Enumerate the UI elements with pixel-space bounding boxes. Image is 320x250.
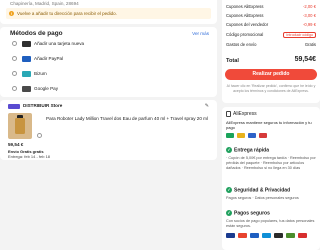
summary-row: Gastos de envío Gratis [226, 42, 316, 47]
paypal-icon [22, 55, 31, 62]
fast-delivery-title: ✓ Entrega rápida [226, 147, 269, 153]
assurance-badges [226, 133, 316, 139]
store-order-card: DISTRIBUIR Store ✎ Para Roboter Lady Mil… [0, 100, 217, 160]
product-price: 59,54 € [8, 142, 24, 147]
apple-pay-icon [274, 233, 283, 238]
payment-option-paypal[interactable]: Añadir PayPal [12, 54, 212, 65]
delivery-estimate: Entrega: feb 14 - feb 18 [8, 154, 51, 159]
radio-button[interactable] [12, 71, 17, 76]
warning-icon: ! [9, 10, 14, 16]
amex-icon [250, 233, 259, 238]
edit-note-icon[interactable]: ✎ [205, 103, 209, 109]
summary-row-value: -0,99 € [302, 22, 316, 27]
promo-code-button[interactable]: Introducir código [283, 31, 316, 38]
store-name[interactable]: DISTRIBUIR Store [23, 103, 62, 108]
badge-icon [259, 133, 267, 138]
payment-methods-more-link[interactable]: Ver más [192, 31, 209, 36]
visa-icon [226, 233, 235, 238]
badge-icon [237, 133, 245, 138]
radio-button[interactable] [12, 41, 17, 46]
order-summary-column: Cupones AliExpress -2,00 € Cupones AliEx… [222, 0, 320, 250]
radio-button[interactable] [12, 86, 17, 91]
google-pay-icon [286, 233, 295, 238]
summary-row-value: Gratis [304, 42, 316, 47]
summary-row: Cupones del vendedor -0,99 € [226, 22, 316, 27]
checkout-main-column: Chapinería, Madrid, Spain, 28694 ! Vuelv… [0, 0, 217, 250]
summary-row-value: -2,00 € [302, 4, 316, 9]
bizum-icon [22, 70, 31, 77]
address-warning: ! Vuelve a añadir tu dirección para reci… [6, 8, 211, 19]
klarna-icon [298, 233, 307, 238]
product-image[interactable] [8, 113, 32, 139]
mastercard-icon [238, 233, 247, 238]
fast-delivery-title-text: Entrega rápida [234, 147, 270, 154]
perfume-bottle [15, 118, 25, 134]
summary-row-label: Código promocional [226, 32, 264, 37]
lock-icon: ✓ [226, 210, 232, 216]
summary-row-label: Cupones del vendedor [226, 22, 269, 27]
truck-icon: ✓ [226, 147, 232, 153]
store-badge-icon [8, 104, 20, 109]
total-label: Total [226, 58, 239, 64]
shipping-address-card: Chapinería, Madrid, Spain, 28694 ! Vuelv… [0, 0, 217, 24]
summary-row-label: Cupones AliExpress [226, 13, 264, 18]
summary-row-label: Gastos de envío [226, 42, 257, 47]
summary-row: Cupones AliExpress -2,00 € [226, 4, 316, 9]
payment-methods-card: Métodos de pago Ver más Añadir una tarje… [0, 27, 217, 97]
summary-row: Cupones AliExpress -3,00 € [226, 13, 316, 18]
payment-partner-logos [226, 233, 316, 239]
shipping-address: Chapinería, Madrid, Spain, 28694 [10, 1, 79, 6]
store-icon [226, 111, 231, 117]
security-text: Pagos seguros · Datos personales seguros [226, 196, 299, 200]
security-title: ✓ Seguridad & Privacidad [226, 187, 290, 193]
paypal-icon [262, 233, 271, 238]
payment-option-add-card[interactable]: Añadir una tarjeta nueva [12, 39, 212, 50]
safe-payments-title: ✓ Pagos seguros [226, 210, 270, 216]
badge-icon [226, 133, 234, 138]
total-value: 59,54€ [294, 56, 316, 63]
payment-option-label: Añadir PayPal [34, 56, 64, 61]
payment-option-bizum[interactable]: Bizum [12, 69, 212, 80]
payment-option-label: Bizum [34, 71, 47, 76]
payment-option-label: Google Pay [34, 86, 59, 91]
safe-payments-text: Con socios de pago populares, tus datos … [226, 219, 315, 228]
address-warning-text: Vuelve a añadir tu dirección para recibi… [17, 11, 117, 16]
payment-option-label: Añadir una tarjeta nueva [34, 41, 85, 46]
product-select-radio[interactable] [37, 133, 42, 138]
order-summary-card: Cupones AliExpress -2,00 € Cupones AliEx… [222, 0, 320, 103]
credit-card-icon [22, 40, 31, 47]
legal-notice: Al hacer clic en 'Realizar pedido', conf… [226, 84, 316, 93]
radio-button[interactable] [12, 56, 17, 61]
safe-payments-title-text: Pagos seguros [234, 210, 270, 217]
aliexpress-assurance-card: AliExpress AliExpress mantiene seguros t… [222, 107, 320, 250]
payment-methods-title: Métodos de pago [10, 30, 63, 37]
summary-row-value: -3,00 € [302, 13, 316, 18]
aliexpress-description: AliExpress mantiene seguros tu informaci… [226, 120, 312, 130]
shield-icon: ✓ [226, 187, 232, 193]
summary-row-label: Cupones AliExpress [226, 4, 264, 9]
google-pay-icon [22, 85, 31, 92]
payment-option-google-pay[interactable]: Google Pay [12, 84, 212, 95]
promo-code-row: Código promocional Introducir código [226, 31, 316, 38]
security-title-text: Seguridad & Privacidad [234, 187, 291, 194]
badge-icon [248, 133, 256, 138]
product-title[interactable]: Para Roboter Lady Million Travel dos Eau… [46, 116, 208, 121]
fast-delivery-text: · Cupón de 5,00€ por entrega tardía · Re… [226, 156, 316, 170]
place-order-button[interactable]: Realizar pedido [225, 69, 317, 80]
aliexpress-name: AliExpress [233, 110, 257, 117]
